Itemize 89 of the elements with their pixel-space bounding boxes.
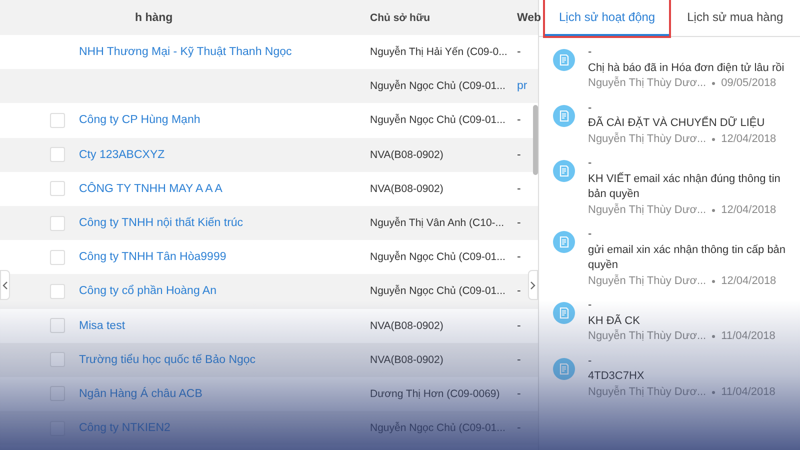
website-cell: - [517,251,521,264]
website-cell: - [517,114,521,126]
separator-dot [712,390,716,394]
activity-title: - [588,354,593,368]
customer-link[interactable]: CÔNG TY TNHH MAY A A A [79,182,222,195]
activity-date: 12/04/2018 [721,202,776,218]
activity-text: KH VIẾT email xác nhận đúng thông tin bản quyền [588,172,782,202]
owner-cell: Nguyễn Ngọc Chủ (C09-01... [370,80,506,92]
owner-cell: Nguyễn Ngọc Chủ (C09-01... [370,285,506,298]
row-checkbox[interactable] [50,284,65,299]
activity-author: Nguyễn Thị Thùy Dươ... [588,384,706,400]
row-checkbox[interactable] [50,216,65,231]
website-cell: - [517,320,521,332]
note-icon [553,231,575,253]
note-icon [553,358,575,380]
customer-link[interactable]: Cty 123ABCXYZ [79,148,165,161]
owner-cell: NVA(B08-0902) [370,354,444,366]
activity-text: ĐÃ CÀI ĐẶT VÀ CHUYỂN DỮ LIỆU [588,116,766,131]
customer-link[interactable]: Công ty TNHH Tân Hòa9999 [79,251,226,264]
activity-author: Nguyễn Thị Thùy Dươ... [588,274,706,288]
expand-handle[interactable] [528,270,538,300]
separator-dot [712,208,716,212]
activity-title: - [588,45,593,60]
website-cell: - [517,422,521,434]
customer-link[interactable]: Công ty TNHH nội thất Kiến trúc [79,217,244,230]
customer-link[interactable]: Ngân Hàng Á châu ACB [79,388,202,400]
activity-author: Nguyễn Thị Thùy Dươ... [588,132,706,146]
activity-date: 12/04/2018 [721,274,776,288]
column-header: Chủ sở hữu [370,12,431,24]
owner-cell: Nguyễn Ngọc Chủ (C09-01... [370,114,506,126]
activity-title: - [588,298,593,313]
row-checkbox[interactable] [50,420,65,436]
note-icon [553,302,575,324]
website-cell: pr [517,80,528,92]
separator-dot [712,280,716,283]
customer-link[interactable]: Công ty CP Hùng Mạnh [79,114,200,126]
column-header: h hàng [134,12,174,24]
owner-cell: Nguyễn Thị Vân Anh (C10-... [370,217,504,230]
customer-link[interactable]: Misa test [79,320,126,332]
row-checkbox[interactable] [50,250,65,265]
row-checkbox[interactable] [50,112,65,128]
customer-link[interactable]: NHH Thương Mại - Kỹ Thuật Thanh Ngọc [79,46,292,58]
collapse-handle[interactable] [0,270,10,300]
activity-text: gửi email xin xác nhận thông tin cấp bản quyền [588,242,787,273]
activity-text: Chị hà báo đã in Hóa đơn điện tử lâu rồi [588,60,786,76]
activity-date: 11/04/2018 [721,329,776,344]
owner-cell: NVA(B08-0902) [370,320,444,332]
row-checkbox[interactable] [50,318,65,334]
activity-author: Nguyễn Thị Thùy Dươ... [588,202,706,218]
row-checkbox[interactable] [50,147,65,162]
activity-text: 4TD3C7HX [588,369,646,384]
activity-author: Nguyễn Thị Thùy Dươ... [588,76,706,91]
activity-date: 09/05/2018 [721,76,776,91]
owner-cell: Nguyễn Ngọc Chủ (C09-01... [370,422,506,434]
website-cell: - [517,285,521,298]
customer-link[interactable]: Công ty cổ phần Hoàng An [79,285,216,298]
customer-link[interactable]: Trường tiểu học quốc tế Bảo Ngọc [79,354,256,366]
tab[interactable]: Lịch sử hoạt động [545,0,670,36]
note-icon [553,160,575,182]
activity-author: Nguyễn Thị Thùy Dươ... [588,329,706,344]
row-checkbox[interactable] [50,386,65,402]
activity-title: - [588,227,593,242]
website-cell: - [517,148,521,161]
activity-title: - [588,156,593,171]
row-checkbox[interactable] [50,352,65,368]
chevron-left-icon [2,280,8,290]
website-cell: - [517,354,521,366]
activity-title: - [588,100,593,116]
separator-dot [712,82,716,86]
owner-cell: NVA(B08-0902) [370,182,444,195]
owner-cell: Nguyễn Ngọc Chủ (C09-01... [370,251,506,264]
website-cell: - [517,217,521,230]
activity-text: KH ĐÃ CK [588,314,641,328]
tab[interactable]: Lịch sử mua hàng [677,0,794,36]
owner-cell: Dương Thị Hơn (C09-0069) [370,388,500,400]
website-cell: - [517,182,521,195]
owner-cell: Nguyễn Thị Hải Yến (C09-0... [370,46,508,58]
activity-date: 11/04/2018 [721,384,776,400]
scrollbar[interactable] [533,105,538,175]
note-icon [553,104,575,126]
website-cell: - [517,46,521,58]
activity-date: 12/04/2018 [721,132,776,146]
separator-dot [712,335,716,338]
note-icon [553,49,575,71]
chevron-right-icon [530,280,536,290]
owner-cell: NVA(B08-0902) [370,148,444,161]
website-cell: - [517,388,521,400]
row-checkbox[interactable] [50,181,65,196]
separator-dot [712,138,716,141]
